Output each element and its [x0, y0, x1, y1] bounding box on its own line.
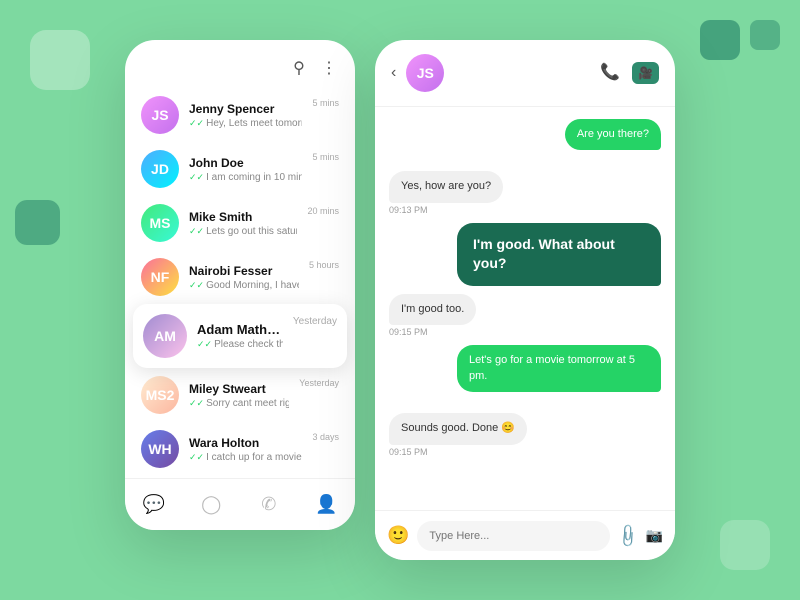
message-group-5: Let's go for a movie tomorrow at 5 pm. 0… — [389, 345, 661, 405]
message-input[interactable] — [417, 521, 609, 551]
chat-time-mike: 20 mins — [307, 206, 339, 216]
calls-nav-icon[interactable]: ✆ — [258, 494, 280, 516]
header-action-icons: 📞 🎥 — [600, 62, 659, 84]
search-icon[interactable]: ⚲ — [289, 58, 309, 78]
chat-info-miley: Miley Stweart ✓✓ Sorry cant meet right n… — [189, 382, 289, 409]
chat-time-wara: 3 days — [312, 432, 339, 442]
message-time-2: 09:13 PM — [389, 205, 428, 215]
emoji-icon[interactable]: 🙂 — [387, 525, 409, 546]
avatar-mike: MS — [141, 204, 179, 242]
conversation-header: ‹ JS 📞 🎥 — [375, 40, 675, 107]
message-group-4: I'm good too. 09:15 PM — [389, 294, 661, 337]
chat-time-miley: Yesterday — [299, 378, 339, 388]
chat-preview-wara: ✓✓ I catch up for a movie this ... — [189, 452, 302, 463]
chat-list-item-nairobi[interactable]: NF Nairobi Fesser ✓✓ Good Morning, I hav… — [125, 250, 355, 304]
tick-icon: ✓✓ — [197, 339, 212, 350]
bg-decoration-br — [720, 520, 770, 570]
message-tick: ✓✓ — [646, 152, 661, 163]
message-bubble-2: Yes, how are you? — [389, 171, 503, 202]
messages-area: Are you there? 09:13 PM ✓✓ Yes, how are … — [375, 107, 675, 507]
message-time-5: 09:15 PM ✓✓ — [605, 394, 661, 405]
contact-name-john: John Doe — [189, 156, 302, 170]
camera-icon[interactable]: 📷 — [646, 527, 663, 544]
chat-info-john: John Doe ✓✓ I am coming in 10 mins... — [189, 156, 302, 183]
bottom-navigation: 💬 ◯ ✆ 👤 — [125, 478, 355, 530]
tick-icon: ✓✓ — [189, 452, 204, 463]
chat-preview-john: ✓✓ I am coming in 10 mins... — [189, 172, 302, 183]
back-button[interactable]: ‹ — [391, 64, 396, 82]
message-time-1: 09:13 PM ✓✓ — [605, 152, 661, 163]
chat-time-nairobi: 5 hours — [309, 260, 339, 270]
message-bubble-6: Sounds good. Done 😊 — [389, 413, 527, 444]
chat-info-wara: Wara Holton ✓✓ I catch up for a movie th… — [189, 436, 302, 463]
chat-preview-jenny: ✓✓ Hey, Lets meet tomorrow... — [189, 118, 302, 129]
chat-list-item-miley[interactable]: MS2 Miley Stweart ✓✓ Sorry cant meet rig… — [125, 368, 355, 422]
chat-list-item-jenny[interactable]: JS Jenny Spencer ✓✓ Hey, Lets meet tomor… — [125, 88, 355, 142]
message-input-bar: 🙂 📎 📷 — [375, 510, 675, 560]
chat-info-jenny: Jenny Spencer ✓✓ Hey, Lets meet tomorrow… — [189, 102, 302, 129]
chat-list-item-john[interactable]: JD John Doe ✓✓ I am coming in 10 mins...… — [125, 142, 355, 196]
chat-list-item-adam[interactable]: AM Adam Mathew ✓✓ Please check the file … — [133, 304, 347, 368]
avatar-adam: AM — [143, 314, 187, 358]
chat-time-john: 5 mins — [312, 152, 339, 162]
more-options-icon[interactable]: ⋮ — [319, 58, 339, 78]
message-group-2: Yes, how are you? 09:13 PM — [389, 171, 661, 214]
avatar-nairobi: NF — [141, 258, 179, 296]
bg-decoration-tl — [30, 30, 90, 90]
message-bubble-5: Let's go for a movie tomorrow at 5 pm. — [457, 345, 661, 392]
chat-time-adam: Yesterday — [293, 316, 337, 327]
contacts-nav-icon[interactable]: 👤 — [315, 494, 337, 516]
message-bubble-4: I'm good too. — [389, 294, 476, 325]
contact-name-jenny: Jenny Spencer — [189, 102, 302, 116]
bg-decoration-ml — [15, 200, 60, 245]
attach-icon[interactable]: 📎 — [613, 521, 641, 549]
chat-info-mike: Mike Smith ✓✓ Lets go out this saturday.… — [189, 210, 297, 237]
chat-preview-mike: ✓✓ Lets go out this saturday... — [189, 226, 297, 237]
message-bubble-1: Are you there? — [565, 119, 661, 150]
avatar-miley: MS2 — [141, 376, 179, 414]
message-group-3: I'm good. What about you? — [389, 223, 661, 286]
contact-name-adam: Adam Mathew — [197, 322, 283, 337]
contact-name-nairobi: Nairobi Fesser — [189, 264, 299, 278]
contact-name-wara: Wara Holton — [189, 436, 302, 450]
message-group-6: Sounds good. Done 😊 09:15 PM — [389, 413, 661, 456]
chat-list-item-wara[interactable]: WH Wara Holton ✓✓ I catch up for a movie… — [125, 422, 355, 476]
avatar-jenny: JS — [141, 96, 179, 134]
tick-icon: ✓✓ — [189, 226, 204, 237]
chat-preview-nairobi: ✓✓ Good Morning, I have an ... — [189, 280, 299, 291]
message-bubble-3: I'm good. What about you? — [457, 223, 661, 286]
bg-decoration-tr — [700, 20, 740, 60]
avatar-john: JD — [141, 150, 179, 188]
phone-call-icon[interactable]: 📞 — [600, 62, 620, 84]
tick-icon: ✓✓ — [189, 280, 204, 291]
bg-decoration-tr2 — [750, 20, 780, 50]
tick-icon: ✓✓ — [189, 172, 204, 183]
avatar-wara: WH — [141, 430, 179, 468]
chat-preview-miley: ✓✓ Sorry cant meet right now... — [189, 398, 289, 409]
message-time-4: 09:15 PM — [389, 327, 428, 337]
header-icons: ⚲ ⋮ — [289, 58, 339, 78]
contact-name-mike: Mike Smith — [189, 210, 297, 224]
video-call-icon[interactable]: 🎥 — [632, 62, 659, 84]
phone-chat-list: ⚲ ⋮ JS Jenny Spencer ✓✓ Hey, Lets meet t… — [125, 40, 355, 530]
app-container: ⚲ ⋮ JS Jenny Spencer ✓✓ Hey, Lets meet t… — [125, 40, 675, 560]
tick-icon: ✓✓ — [189, 118, 204, 129]
chat-time-jenny: 5 mins — [312, 98, 339, 108]
chat-info-nairobi: Nairobi Fesser ✓✓ Good Morning, I have a… — [189, 264, 299, 291]
message-tick: ✓✓ — [646, 394, 661, 405]
status-nav-icon[interactable]: ◯ — [200, 494, 222, 516]
phone-conversation: ‹ JS 📞 🎥 Are you there? 09:13 PM ✓✓ Yes,… — [375, 40, 675, 560]
tick-icon: ✓✓ — [189, 398, 204, 409]
chat-nav-icon[interactable]: 💬 — [143, 494, 165, 516]
chat-info-adam: Adam Mathew ✓✓ Please check the file ... — [197, 322, 283, 350]
contact-avatar: JS — [406, 54, 444, 92]
contact-name-miley: Miley Stweart — [189, 382, 289, 396]
chat-list-item-mike[interactable]: MS Mike Smith ✓✓ Lets go out this saturd… — [125, 196, 355, 250]
chat-preview-adam: ✓✓ Please check the file ... — [197, 339, 283, 350]
message-time-6: 09:15 PM — [389, 447, 428, 457]
chat-list: JS Jenny Spencer ✓✓ Hey, Lets meet tomor… — [125, 88, 355, 476]
message-group-1: Are you there? 09:13 PM ✓✓ — [389, 119, 661, 163]
chat-list-header: ⚲ ⋮ — [125, 40, 355, 88]
